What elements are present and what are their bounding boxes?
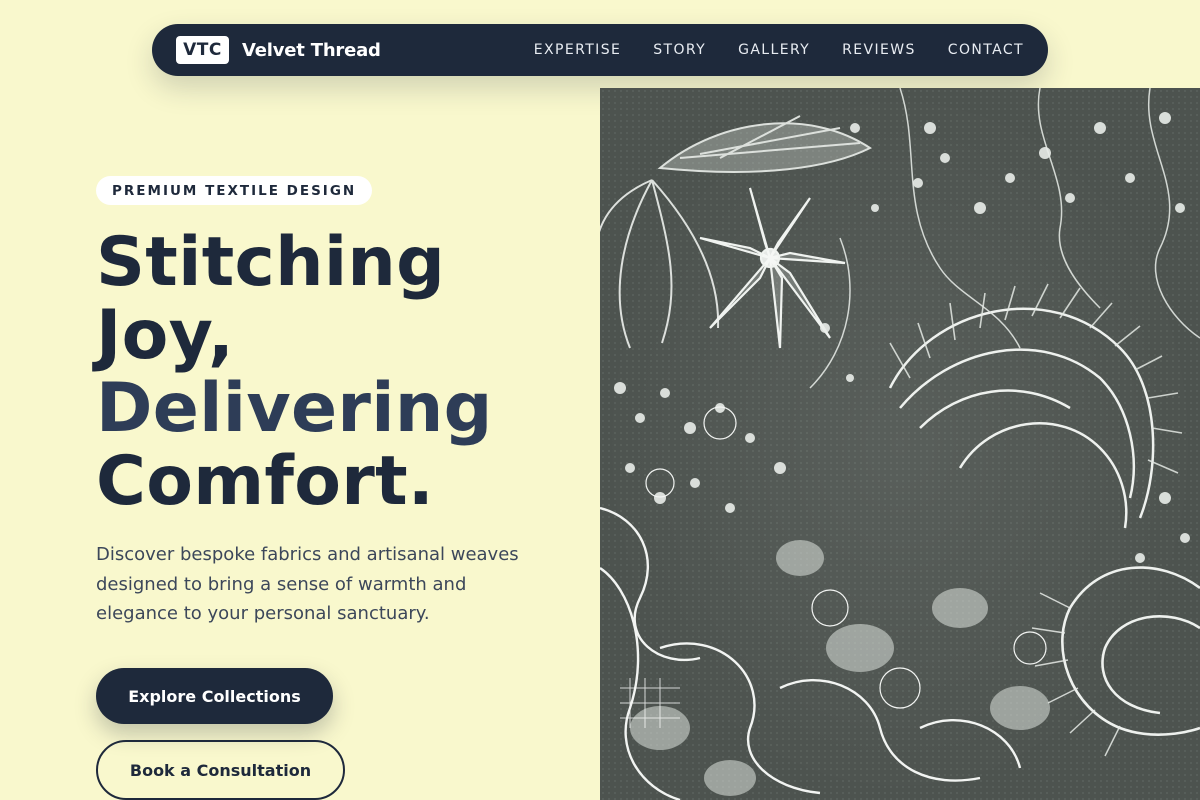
hero-description: Discover bespoke fabrics and artisanal w… [96, 544, 519, 624]
headline-line-2: Joy, [96, 296, 235, 375]
headline-line-1: Stitching [96, 223, 446, 302]
hero-headline: Stitching Joy, Delivering Comfort. [96, 226, 493, 518]
nav-links: EXPERTISE STORY GALLERY REVIEWS CONTACT [534, 42, 1024, 58]
brand[interactable]: VTC Velvet Thread [176, 36, 381, 64]
nav-link-story[interactable]: STORY [653, 42, 706, 58]
explore-collections-button[interactable]: Explore Collections [96, 668, 333, 724]
book-consultation-button[interactable]: Book a Consultation [96, 740, 345, 800]
headline-line-4: Comfort. [96, 442, 435, 521]
top-navbar: VTC Velvet Thread EXPERTISE STORY GALLER… [152, 24, 1048, 76]
eyebrow-badge: PREMIUM TEXTILE DESIGN [96, 176, 373, 205]
lace-photo [600, 88, 1200, 800]
nav-link-gallery[interactable]: GALLERY [738, 42, 810, 58]
logo-badge[interactable]: VTC [176, 36, 229, 64]
headline-line-3: Delivering [96, 369, 493, 448]
nav-link-contact[interactable]: CONTACT [948, 42, 1024, 58]
brand-name[interactable]: Velvet Thread [242, 40, 381, 61]
nav-link-expertise[interactable]: EXPERTISE [534, 42, 621, 58]
nav-link-reviews[interactable]: REVIEWS [842, 42, 916, 58]
